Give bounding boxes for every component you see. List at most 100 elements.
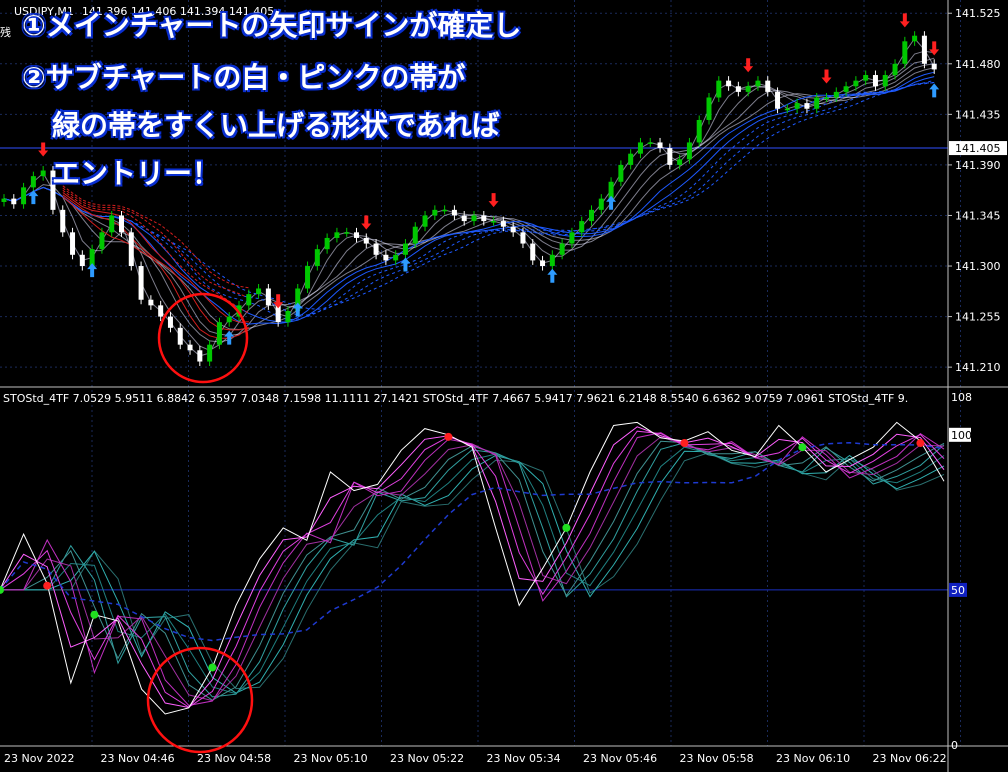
candle-body <box>383 254 389 261</box>
sub-level-label: 100 <box>951 429 972 442</box>
candle-body <box>246 294 252 306</box>
time-tick-label: 23 Nov 04:58 <box>197 752 271 765</box>
candle-body <box>99 232 105 250</box>
candle-body <box>598 198 604 210</box>
candle-body <box>187 344 193 351</box>
overlay-line-4: エントリー！ <box>52 157 221 190</box>
buy-dot <box>562 523 571 532</box>
candle-body <box>461 215 467 222</box>
candle-body <box>726 80 732 87</box>
candle-body <box>853 80 859 87</box>
candle-body <box>686 142 692 160</box>
candle-body <box>119 215 124 233</box>
candle-body <box>305 266 311 289</box>
candle-body <box>637 142 643 154</box>
candle-body <box>716 80 722 98</box>
candle-body <box>755 80 761 87</box>
buy-dot <box>90 610 99 619</box>
candle-body <box>197 350 203 362</box>
current-price-label: 141.405 <box>955 142 1001 155</box>
candle-body <box>892 63 898 76</box>
sub-level-label: 50 <box>951 584 965 597</box>
time-tick-label: 23 Nov 2022 <box>4 752 74 765</box>
candle-body <box>30 176 36 188</box>
candle-body <box>735 86 741 92</box>
sell-dot <box>43 581 52 590</box>
candle-body <box>363 237 369 244</box>
candle-body <box>138 266 144 300</box>
candle-body <box>843 86 849 92</box>
sub-level-label: 108 <box>951 391 972 404</box>
candle-body <box>872 75 878 87</box>
price-tick-label: 141.480 <box>955 58 1001 71</box>
candle-body <box>628 153 634 165</box>
candle-body <box>79 254 85 267</box>
candle-body <box>794 103 800 109</box>
indicator-label: STOStd_4TF 7.0529 5.9511 6.8842 6.3597 7… <box>3 392 908 405</box>
candle-body <box>902 41 908 64</box>
candle-body <box>207 344 213 362</box>
candle-body <box>402 243 408 255</box>
candle-body <box>40 170 46 177</box>
candle-body <box>559 243 565 255</box>
candle-body <box>432 209 438 216</box>
candle-body <box>775 91 781 109</box>
candle-body <box>265 288 271 306</box>
candle-body <box>216 322 222 345</box>
left-label: 残 <box>0 25 11 39</box>
candle-body <box>912 35 918 42</box>
candle-body <box>745 86 751 92</box>
candle-body <box>500 221 506 227</box>
sub-level-label: 0 <box>951 739 958 752</box>
candle-body <box>373 243 379 255</box>
candle-body <box>354 232 359 238</box>
candle-body <box>128 232 134 267</box>
candle-body <box>1 198 7 202</box>
sell-dot <box>916 439 925 448</box>
candle-body <box>491 221 497 223</box>
sell-dot <box>680 439 689 448</box>
candle-body <box>158 305 164 317</box>
candle-body <box>589 209 594 222</box>
candle-body <box>256 288 262 295</box>
candle-body <box>520 232 526 244</box>
candle-body <box>334 232 340 238</box>
candle-body <box>921 35 927 64</box>
price-tick-label: 141.300 <box>955 260 1001 273</box>
candle-body <box>324 237 330 250</box>
buy-dot <box>208 663 217 672</box>
time-tick-label: 23 Nov 06:22 <box>873 752 947 765</box>
price-tick-label: 141.435 <box>955 108 1001 121</box>
price-tick-label: 141.525 <box>955 7 1001 20</box>
candle-body <box>833 91 839 98</box>
candle-body <box>931 63 937 70</box>
candle-body <box>882 75 888 87</box>
candle-body <box>530 243 536 261</box>
time-tick-label: 23 Nov 05:10 <box>294 752 368 765</box>
candle-body <box>765 80 771 92</box>
candle-body <box>109 215 115 233</box>
candle-body <box>540 260 546 267</box>
candle-body <box>618 164 624 182</box>
candle-body <box>60 209 66 233</box>
time-tick-label: 23 Nov 05:46 <box>583 752 657 765</box>
candle-body <box>442 209 448 212</box>
candle-body <box>471 215 477 222</box>
candle-body <box>451 209 457 216</box>
candle-body <box>11 198 17 205</box>
candle-body <box>784 108 790 111</box>
sell-dot <box>444 432 453 441</box>
time-tick-label: 23 Nov 05:34 <box>487 752 561 765</box>
candle-body <box>863 75 869 81</box>
time-tick-label: 23 Nov 04:46 <box>101 752 175 765</box>
buy-dot <box>798 443 807 452</box>
time-tick-label: 23 Nov 05:58 <box>680 752 754 765</box>
candle-body <box>167 316 173 328</box>
candle-body <box>285 310 291 323</box>
candle-body <box>804 103 810 109</box>
time-tick-label: 23 Nov 06:10 <box>776 752 850 765</box>
price-tick-label: 141.345 <box>955 209 1001 222</box>
candle-body <box>549 254 555 267</box>
candle-body <box>344 232 350 234</box>
candle-body <box>667 148 673 165</box>
